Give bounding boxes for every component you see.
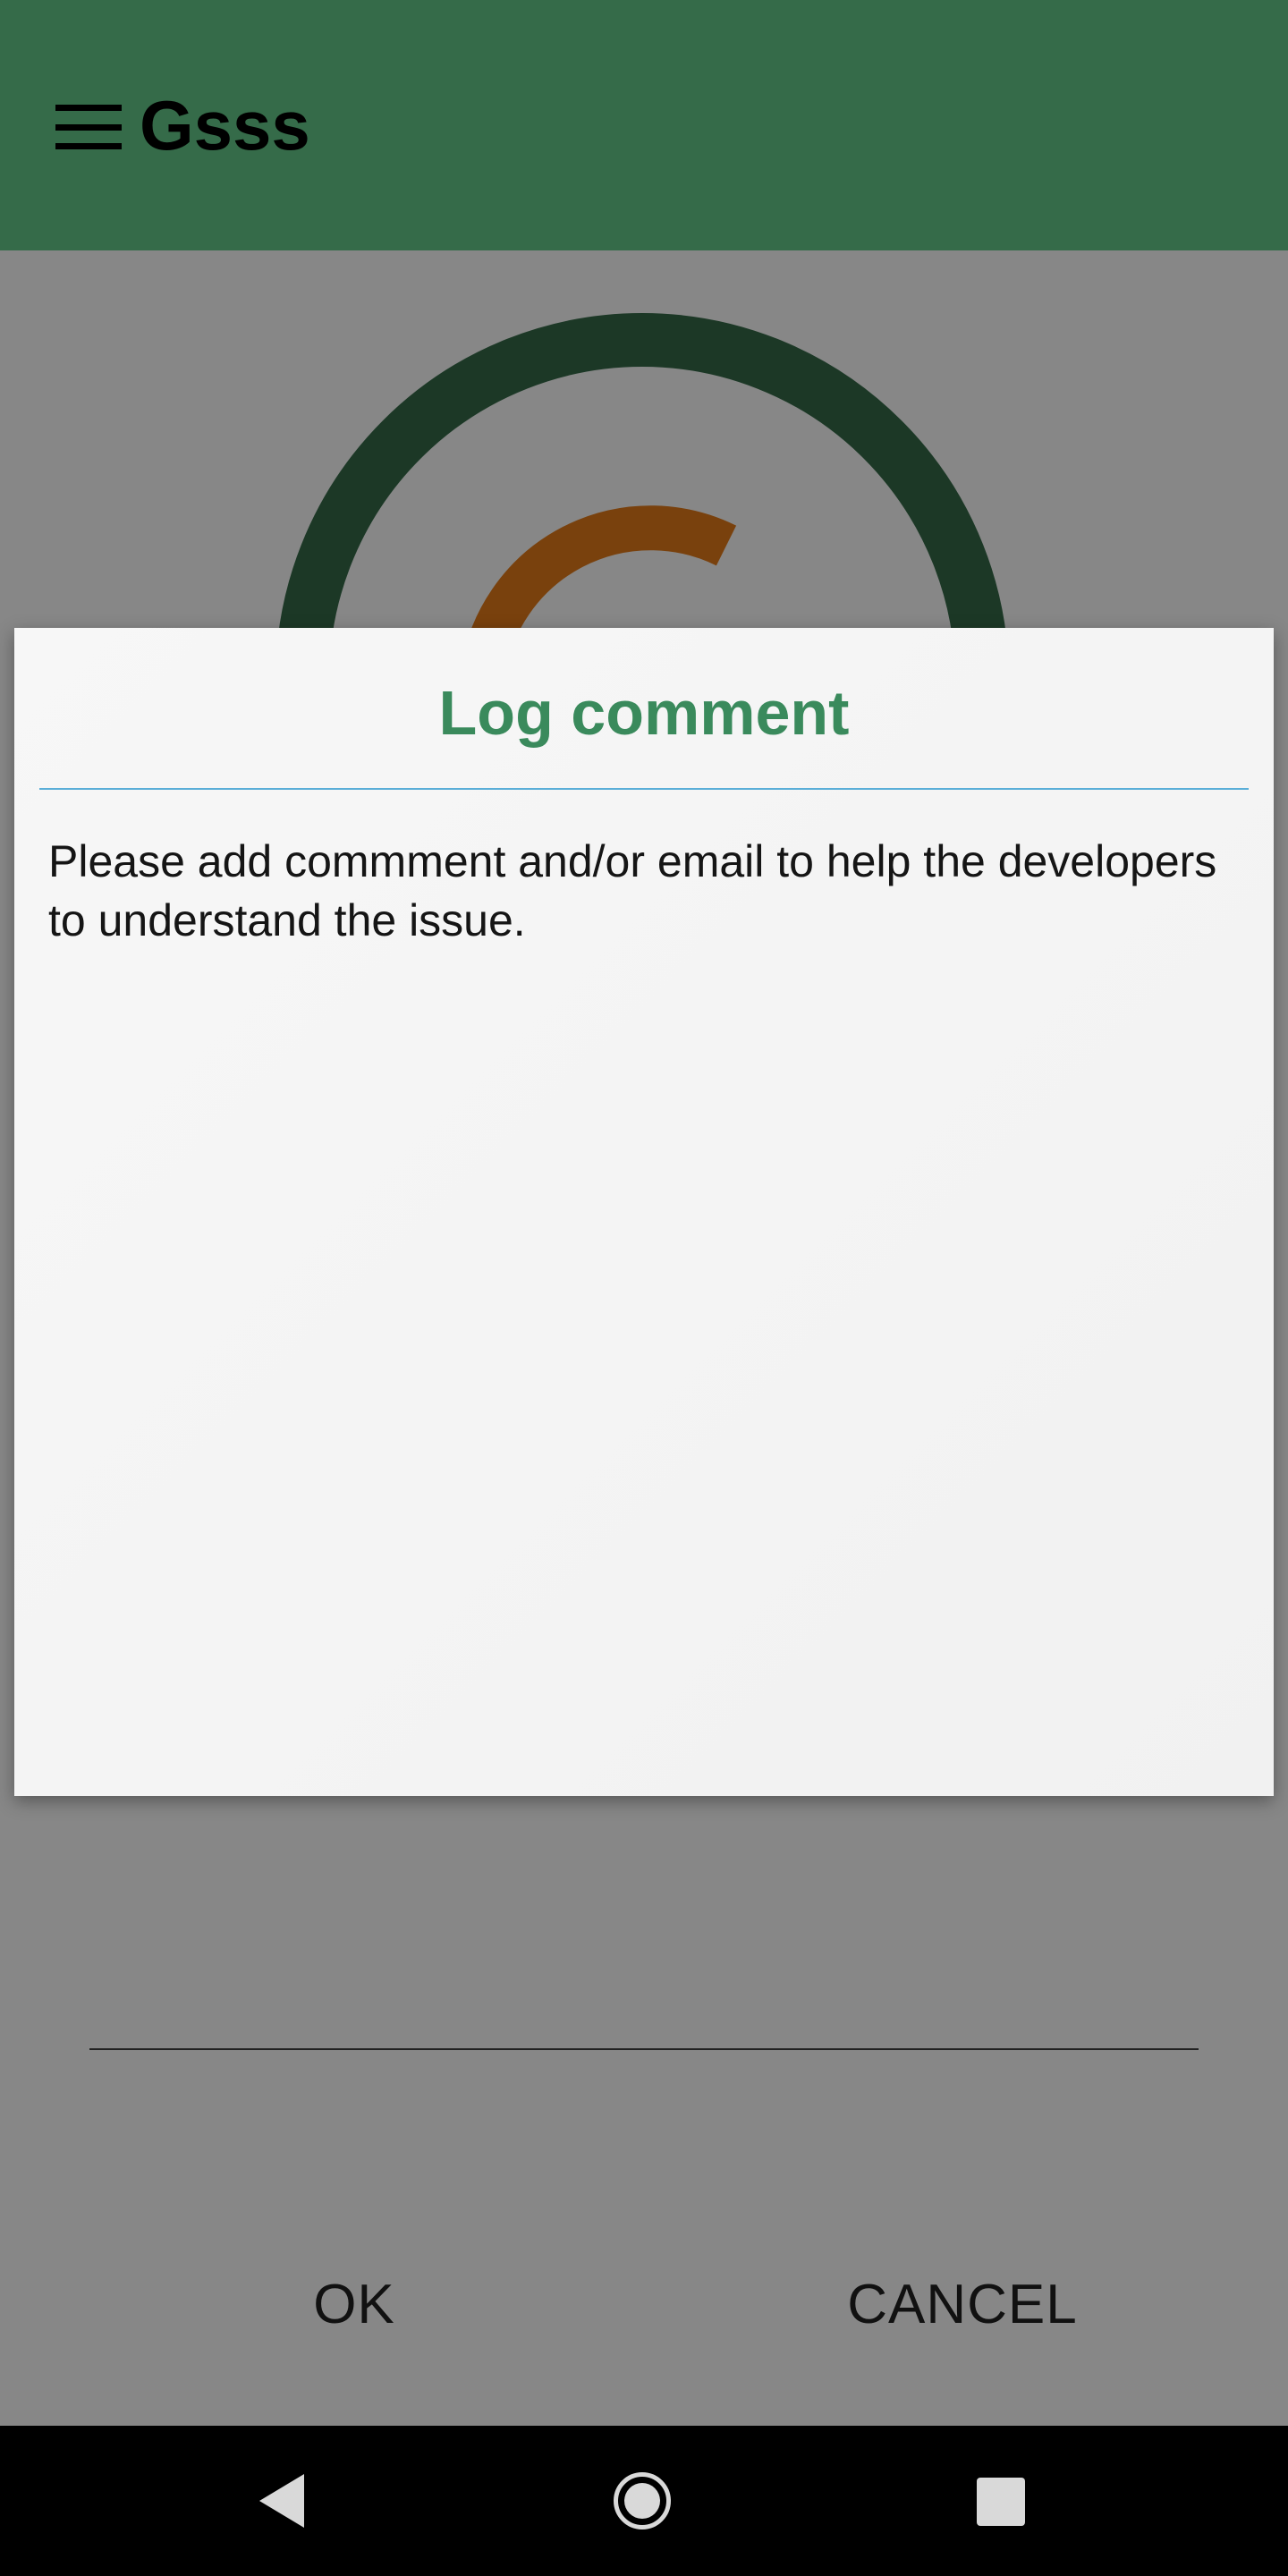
cancel-button[interactable]: CANCEL	[819, 2265, 1106, 2345]
dialog-title: Log comment	[438, 678, 850, 748]
log-comment-dialog: Log comment Please add commment and/or e…	[14, 628, 1274, 2335]
home-circle-icon[interactable]	[614, 2472, 671, 2529]
menu-line	[55, 123, 122, 131]
screen: Gsss Log comment Please add commment and…	[0, 0, 1288, 2576]
back-triangle-icon[interactable]	[259, 2474, 304, 2528]
hamburger-menu-icon[interactable]	[55, 105, 122, 149]
dialog-message: Please add commment and/or email to help…	[48, 836, 1217, 945]
menu-line	[55, 143, 122, 149]
title-divider	[39, 788, 1249, 790]
app-bar: Gsss	[0, 0, 1288, 250]
recent-apps-square-icon[interactable]	[977, 2478, 1025, 2526]
app-title: Gsss	[140, 86, 310, 165]
comment-input[interactable]	[89, 1987, 1199, 2050]
ok-button[interactable]: OK	[283, 2265, 426, 2345]
home-inner-dot	[624, 2483, 660, 2519]
menu-line	[55, 105, 122, 111]
